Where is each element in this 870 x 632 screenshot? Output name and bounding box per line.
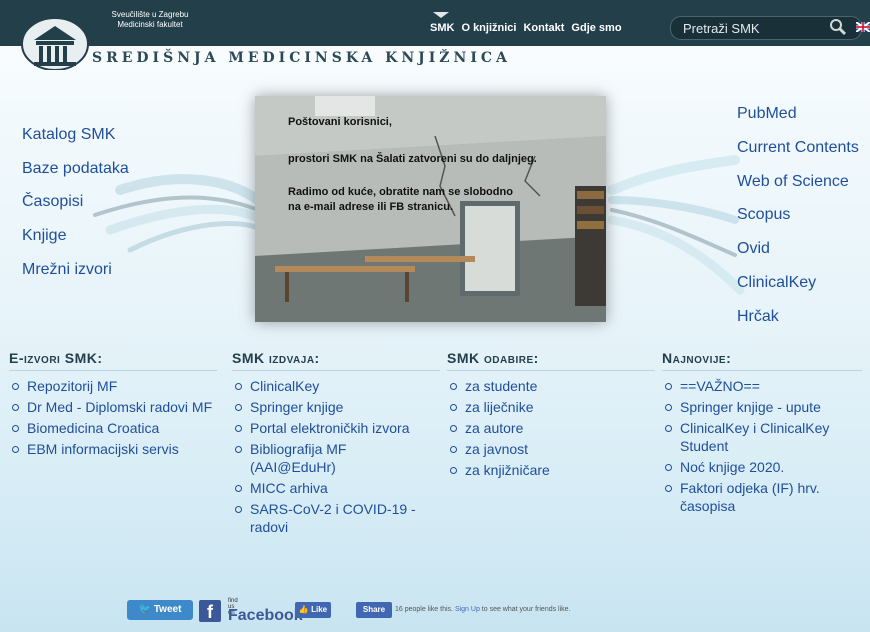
nav-item-kontakt[interactable]: Kontakt [523,22,564,34]
list-item[interactable]: za javnost [447,440,655,458]
banner-closure-notice: prostori SMK na Šalati zatvoreni su do d… [288,153,537,165]
link-clinicalkey[interactable]: ClinicalKey [737,274,816,292]
link-web-of-science[interactable]: Web of Science [737,173,849,191]
link-scopus[interactable]: Scopus [737,206,790,224]
link-casopisi[interactable]: Časopisi [22,193,83,211]
active-nav-indicator [433,12,449,18]
list-item[interactable]: Faktori odjeka (IF) hrv. časopisa [662,479,860,515]
column-title-e-izvori: E-izvori SMK: [9,350,217,371]
column-smk-izdvaja: SMK izdvaja: ClinicalKey Springer knjige… [232,350,440,539]
link-mrezni-izvori[interactable]: Mrežni izvori [22,261,112,279]
list-item[interactable]: ==VAŽNO== [662,377,862,395]
search-box [670,16,862,40]
share-button[interactable]: Share [356,602,392,618]
thumbs-up-icon: 👍 [298,605,309,614]
list-item[interactable]: za knjižničare [447,461,655,479]
facebook-icon[interactable]: f [199,600,221,622]
like-label: Like [311,605,328,614]
list-item[interactable]: Portal elektroničkih izvora [232,419,440,437]
search-input[interactable] [681,19,835,37]
link-katalog-smk[interactable]: Katalog SMK [22,126,115,144]
column-e-izvori: E-izvori SMK: Repozitorij MF Dr Med - Di… [9,350,222,461]
list-item[interactable]: Dr Med - Diplomski radovi MF [9,398,222,416]
facebook-link[interactable]: Facebook [228,607,303,625]
list-item[interactable]: MICC arhiva [232,479,440,497]
banner-greeting: Poštovani korisnici, [288,116,392,128]
facebook-likes-text: 16 people like this. Sign Up to see what… [395,606,571,613]
list-item[interactable]: Springer knjige [232,398,440,416]
faculty-name: Medicinski fakultet [117,20,183,29]
list-item[interactable]: EBM informacijski servis [9,440,222,458]
banner-contact-line1: Radimo od kuće, obratite nam se slobodno [288,186,513,198]
like-button[interactable]: 👍 Like [295,602,331,618]
tweet-label: Tweet [153,604,182,615]
search-icon[interactable] [829,18,847,36]
link-current-contents[interactable]: Current Contents [737,139,859,157]
banner-contact-line2: na e-mail adrese ili FB stranicu. [288,201,454,213]
link-knjige[interactable]: Knjige [22,227,66,245]
list-item[interactable]: ClinicalKey i ClinicalKey Student [662,419,860,455]
uk-flag-icon[interactable] [856,22,870,32]
column-title-smk-izdvaja: SMK izdvaja: [232,350,440,371]
link-baze-podataka[interactable]: Baze podataka [22,160,129,178]
list-item[interactable]: Noć knjige 2020. [662,458,862,476]
link-ovid[interactable]: Ovid [737,240,770,258]
list-item[interactable]: Repozitorij MF [9,377,222,395]
list-item[interactable]: za autore [447,419,655,437]
list-item[interactable]: Springer knjige - upute [662,398,862,416]
list-item[interactable]: Bibliografija MF (AAI@EduHr) [232,440,420,476]
list-item[interactable]: SARS-CoV-2 i COVID-19 - radovi [232,500,440,536]
list-item[interactable]: ClinicalKey [232,377,440,395]
main-nav: SMK O knjižnici Kontakt Gdje smo [430,22,622,34]
nav-item-gdje-smo[interactable]: Gdje smo [571,22,621,34]
list-item[interactable]: Biomedicina Croatica [9,419,222,437]
list-item[interactable]: za studente [447,377,655,395]
column-title-smk-odabire: SMK odabire: [447,350,655,371]
nav-item-o-knjiznici[interactable]: O knjižnici [461,22,516,34]
faculty-logo[interactable] [20,14,90,70]
column-title-najnovije: Najnovije: [662,350,862,371]
nav-item-smk[interactable]: SMK [430,22,454,34]
signup-suffix: to see what your friends like. [481,606,571,613]
announcement-banner[interactable]: Poštovani korisnici, prostori SMK na Šal… [255,96,606,322]
signup-link[interactable]: Sign Up [455,606,480,613]
twitter-bird-icon: 🐦 [138,604,154,615]
column-smk-odabire: SMK odabire: za studente za liječnike za… [447,350,655,482]
likes-count-text: 16 people like this. [395,606,453,613]
link-pubmed[interactable]: PubMed [737,105,797,123]
university-name: Sveučilište u Zagrebu [111,10,189,19]
tweet-button[interactable]: 🐦 Tweet [127,600,193,620]
site-title[interactable]: Središnja medicinska knjižnica [92,50,511,66]
column-najnovije: Najnovije: ==VAŽNO== Springer knjige - u… [662,350,862,518]
link-hrcak[interactable]: Hrčak [737,308,779,326]
list-item[interactable]: za liječnike [447,398,655,416]
